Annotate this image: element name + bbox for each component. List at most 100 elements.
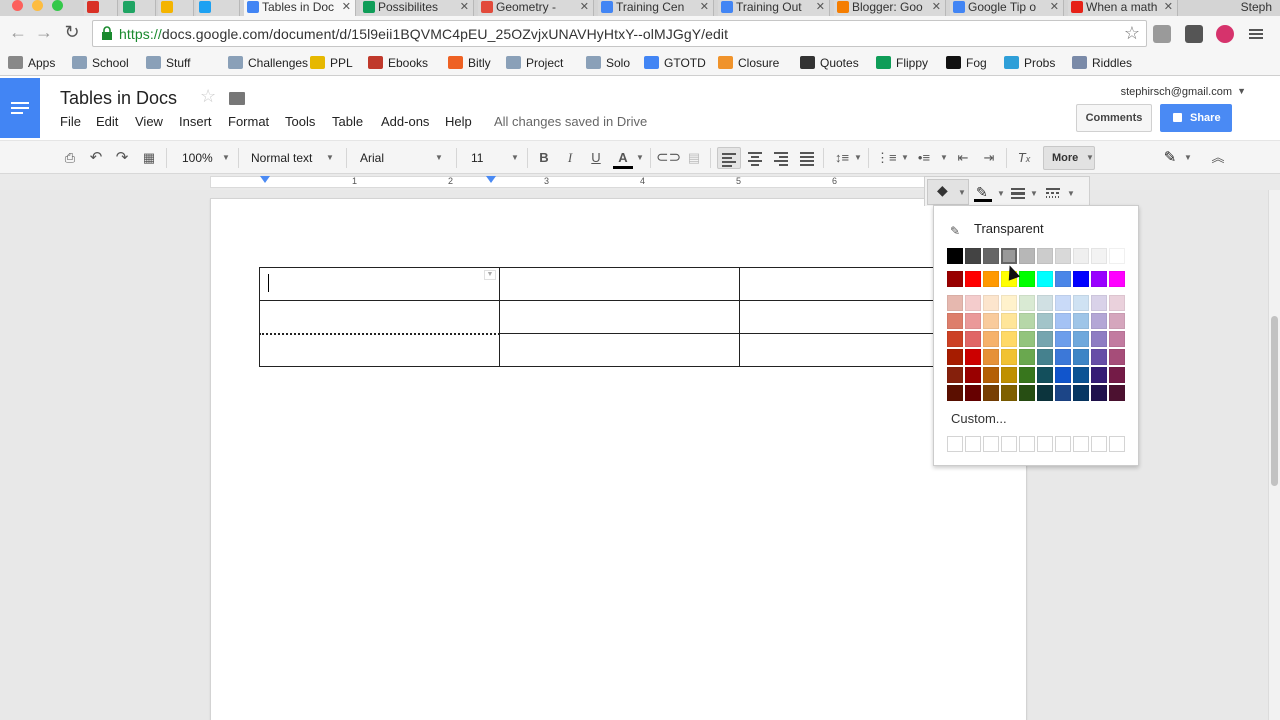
bookmark-star-icon[interactable]: ☆ xyxy=(1124,23,1140,44)
color-swatch[interactable] xyxy=(965,271,981,287)
table-cell[interactable] xyxy=(499,333,740,367)
table-cell[interactable]: ▼ xyxy=(259,267,500,301)
browser-tab[interactable]: Geometry - ✕ xyxy=(478,0,594,16)
color-swatch[interactable] xyxy=(1091,385,1107,401)
color-swatch[interactable] xyxy=(1073,248,1089,264)
color-swatch[interactable] xyxy=(1019,385,1035,401)
custom-color-swatch[interactable] xyxy=(1019,436,1035,452)
color-swatch[interactable] xyxy=(1091,349,1107,365)
reload-button[interactable]: ↻ xyxy=(62,22,82,43)
bookmark-item[interactable]: Apps xyxy=(8,56,55,70)
numbered-list-icon[interactable]: ⋮≡ xyxy=(876,147,897,169)
color-swatch[interactable] xyxy=(1091,367,1107,383)
color-swatch[interactable] xyxy=(1019,313,1035,329)
color-swatch[interactable] xyxy=(1037,367,1053,383)
color-swatch[interactable] xyxy=(1055,295,1071,311)
color-swatch[interactable] xyxy=(1073,271,1089,287)
menu-addons[interactable]: Add-ons xyxy=(381,114,429,129)
border-dash-icon[interactable] xyxy=(1046,186,1060,200)
menu-help[interactable]: Help xyxy=(445,114,472,129)
close-tab-icon[interactable]: ✕ xyxy=(460,0,469,14)
line-spacing-icon[interactable]: ↕≡ xyxy=(832,147,852,169)
color-swatch[interactable] xyxy=(983,248,999,264)
close-tab-icon[interactable]: ✕ xyxy=(700,0,709,14)
menu-table[interactable]: Table xyxy=(332,114,363,129)
color-swatch[interactable] xyxy=(1109,248,1125,264)
browser-tab[interactable] xyxy=(84,0,118,16)
color-swatch[interactable] xyxy=(1001,331,1017,347)
bookmark-item[interactable]: Fog xyxy=(946,56,987,70)
color-swatch[interactable] xyxy=(1001,248,1017,264)
paragraph-style-select[interactable]: Normal text ▼ xyxy=(251,147,335,169)
color-swatch[interactable] xyxy=(1037,331,1053,347)
document-title[interactable]: Tables in Docs xyxy=(60,88,177,109)
custom-color-swatch[interactable] xyxy=(1091,436,1107,452)
account-caret-icon[interactable]: ▼ xyxy=(1237,86,1246,96)
font-select[interactable]: Arial ▼ xyxy=(360,147,444,169)
menu-file[interactable]: File xyxy=(60,114,81,129)
close-tab-icon[interactable]: ✕ xyxy=(580,0,589,14)
color-swatch[interactable] xyxy=(1055,385,1071,401)
color-swatch[interactable] xyxy=(1019,295,1035,311)
color-swatch[interactable] xyxy=(965,349,981,365)
color-swatch[interactable] xyxy=(1019,331,1035,347)
scrollbar-thumb[interactable] xyxy=(1271,316,1278,486)
color-swatch[interactable] xyxy=(947,331,963,347)
close-tab-icon[interactable]: ✕ xyxy=(1050,0,1059,14)
chevron-down-icon[interactable]: ▼ xyxy=(1067,189,1075,198)
color-swatch[interactable] xyxy=(1091,331,1107,347)
cell-background-color-button[interactable]: ◆ ▼ xyxy=(927,179,969,205)
custom-color-swatch[interactable] xyxy=(1055,436,1071,452)
justify-icon[interactable] xyxy=(797,147,817,169)
browser-tab[interactable]: Possibilites ✕ xyxy=(360,0,474,16)
bookmark-item[interactable]: Flippy xyxy=(876,56,928,70)
close-tab-icon[interactable]: ✕ xyxy=(1164,0,1173,14)
paint-format-icon[interactable]: ▦ xyxy=(139,147,159,169)
increase-indent-icon[interactable]: ⇥ xyxy=(979,147,999,169)
italic-button[interactable]: I xyxy=(562,147,578,169)
right-indent-marker[interactable] xyxy=(486,176,496,183)
color-swatch[interactable] xyxy=(1055,271,1071,287)
color-swatch[interactable] xyxy=(1019,248,1035,264)
more-button[interactable]: More ▼ xyxy=(1043,146,1095,170)
bookmark-item[interactable]: GTOTD xyxy=(644,56,706,70)
transparent-option[interactable]: ✎ Transparent xyxy=(950,220,1044,238)
bookmark-item[interactable]: School xyxy=(72,56,129,70)
left-indent-marker[interactable] xyxy=(260,176,270,183)
chevron-down-icon[interactable]: ▼ xyxy=(636,153,644,162)
color-swatch[interactable] xyxy=(1055,367,1071,383)
cell-dropdown-icon[interactable]: ▼ xyxy=(484,270,496,280)
bookmark-item[interactable]: Ebooks xyxy=(368,56,428,70)
color-swatch[interactable] xyxy=(1109,385,1125,401)
clear-formatting-icon[interactable]: Tx xyxy=(1014,147,1034,169)
insert-link-icon[interactable]: ⊂⊃ xyxy=(656,147,681,169)
table-cell[interactable] xyxy=(499,300,740,334)
browser-tab[interactable]: When a math ✕ xyxy=(1068,0,1178,16)
color-swatch[interactable] xyxy=(965,367,981,383)
zoom-select[interactable]: 100% ▼ xyxy=(182,147,232,169)
bookmark-item[interactable]: Project xyxy=(506,56,563,70)
color-swatch[interactable] xyxy=(1037,313,1053,329)
align-left-icon[interactable] xyxy=(717,147,741,169)
color-swatch[interactable] xyxy=(1001,295,1017,311)
bookmark-item[interactable]: Challenges xyxy=(228,56,308,70)
color-swatch[interactable] xyxy=(1073,367,1089,383)
chevron-down-icon[interactable]: ▼ xyxy=(997,189,1005,198)
color-swatch[interactable] xyxy=(983,349,999,365)
close-tab-icon[interactable]: ✕ xyxy=(342,0,351,14)
move-to-folder-icon[interactable] xyxy=(229,92,245,105)
custom-color-swatch[interactable] xyxy=(947,436,963,452)
color-swatch[interactable] xyxy=(1019,271,1035,287)
undo-icon[interactable]: ↶ xyxy=(86,147,106,169)
color-swatch[interactable] xyxy=(1109,295,1125,311)
color-swatch[interactable] xyxy=(947,385,963,401)
bookmark-item[interactable]: Closure xyxy=(718,56,779,70)
menu-insert[interactable]: Insert xyxy=(179,114,212,129)
browser-tab[interactable]: Training Out ✕ xyxy=(718,0,830,16)
table-cell[interactable] xyxy=(259,300,500,335)
text-color-button[interactable]: A xyxy=(612,147,634,169)
browser-tab[interactable]: Google Tip o ✕ xyxy=(950,0,1064,16)
colorful-extension-icon[interactable] xyxy=(1216,25,1234,43)
redo-icon[interactable]: ↷ xyxy=(112,147,132,169)
browser-tab[interactable] xyxy=(158,0,194,16)
